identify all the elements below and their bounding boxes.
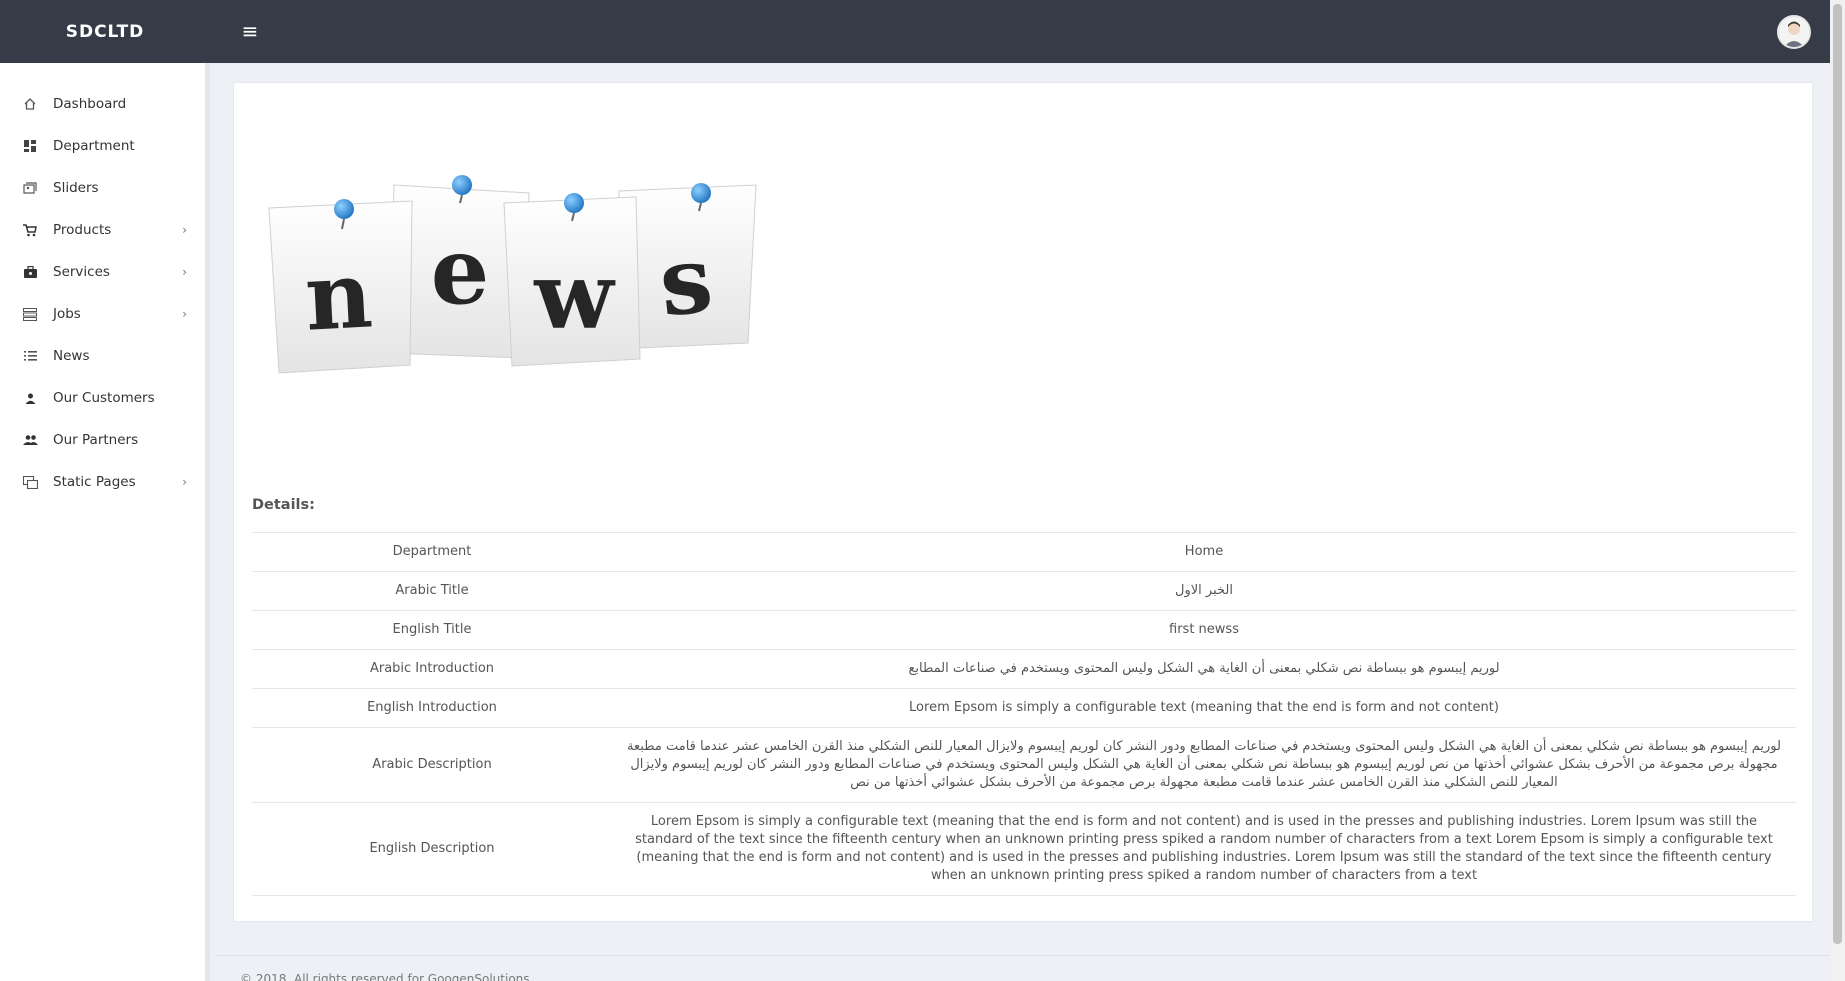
sidebar-item-label: Static Pages [53,474,136,490]
news-detail-card: n e w s Details: Department Home Arabic … [233,82,1813,922]
sidebar-item-label: Dashboard [53,96,127,112]
list-detail-icon [22,306,38,322]
chevron-right-icon: › [182,307,187,321]
row-value: Home [612,532,1796,572]
row-label: English Title [252,610,612,650]
list-icon [22,348,38,364]
table-row: Department Home [252,532,1796,572]
news-letter: n [302,240,374,351]
news-image: n e w s [264,163,774,403]
user-avatar[interactable] [1777,15,1811,49]
sidebar-item-static-pages[interactable]: Static Pages › [0,461,205,503]
page-footer: © 2018. All rights reserved for GoogenSo… [215,955,1830,981]
home-icon [22,96,38,112]
row-value: لوريم إيبسوم هو ببساطة نص شكلي بمعنى أن … [612,649,1796,689]
sidebar-item-news[interactable]: News [0,335,205,377]
details-heading: Details: [252,497,315,513]
table-row: Arabic Introduction لوريم إيبسوم هو ببسا… [252,649,1796,689]
page-scrollbar[interactable] [1830,0,1845,981]
news-letter: e [431,217,490,325]
sidebar-item-label: Products [53,222,112,238]
chevron-right-icon: › [182,475,187,489]
grid-icon [22,138,38,154]
row-value: Lorem Epsom is simply a configurable tex… [612,802,1796,896]
brand-logo[interactable]: SDCLTD [0,0,210,63]
footer-copyright: © 2018. All rights reserved for GoogenSo… [240,972,530,981]
row-value: Lorem Epsom is simply a configurable tex… [612,688,1796,728]
person-icon [22,390,38,406]
images-icon [22,180,38,196]
sidebar-item-our-customers[interactable]: Our Customers [0,377,205,419]
sidebar-item-label: News [53,348,90,364]
scrollbar-thumb[interactable] [1833,4,1842,944]
sidebar-item-our-partners[interactable]: Our Partners [0,419,205,461]
row-value: لوريم إيبسوم هو ببساطة نص شكلي بمعنى أن … [612,727,1796,803]
table-row: English Description Lorem Epsom is simpl… [252,802,1796,896]
row-value: الخبر الاول [612,571,1796,611]
row-label: Department [252,532,612,572]
sidebar-item-services[interactable]: Services › [0,251,205,293]
sidebar-item-dashboard[interactable]: Dashboard [0,83,205,125]
table-row: English Introduction Lorem Epsom is simp… [252,688,1796,728]
details-table: Department Home Arabic Title الخبر الاول… [252,532,1796,896]
sidebar-item-label: Services [53,264,110,280]
row-label: Arabic Title [252,571,612,611]
sidebar-item-jobs[interactable]: Jobs › [0,293,205,335]
table-row: English Title first newss [252,610,1796,650]
chevron-right-icon: › [182,265,187,279]
table-row: Arabic Title الخبر الاول [252,571,1796,611]
sidebar-item-label: Our Customers [53,390,155,406]
row-value: first newss [612,610,1796,650]
sidebar-item-label: Our Partners [53,432,139,448]
table-row: Arabic Description لوريم إيبسوم هو ببساط… [252,727,1796,803]
row-label: Arabic Description [252,727,612,803]
row-label: English Description [252,802,612,896]
people-icon [22,432,38,448]
sidebar-item-department[interactable]: Department [0,125,205,167]
menu-toggle-icon[interactable]: ≡ [236,17,264,45]
sidebar-item-label: Department [53,138,135,154]
pages-icon [22,474,38,490]
cart-icon [22,222,38,238]
news-letter: w [533,242,616,350]
row-label: Arabic Introduction [252,649,612,689]
top-navbar: SDCLTD ≡ [0,0,1830,63]
sidebar-item-label: Jobs [53,306,81,322]
briefcase-icon [22,264,38,280]
sidebar-item-sliders[interactable]: Sliders [0,167,205,209]
sidebar: Dashboard Department Sliders Products › … [0,63,210,981]
chevron-right-icon: › [182,223,187,237]
sidebar-item-products[interactable]: Products › [0,209,205,251]
sidebar-item-label: Sliders [53,180,99,196]
row-label: English Introduction [252,688,612,728]
